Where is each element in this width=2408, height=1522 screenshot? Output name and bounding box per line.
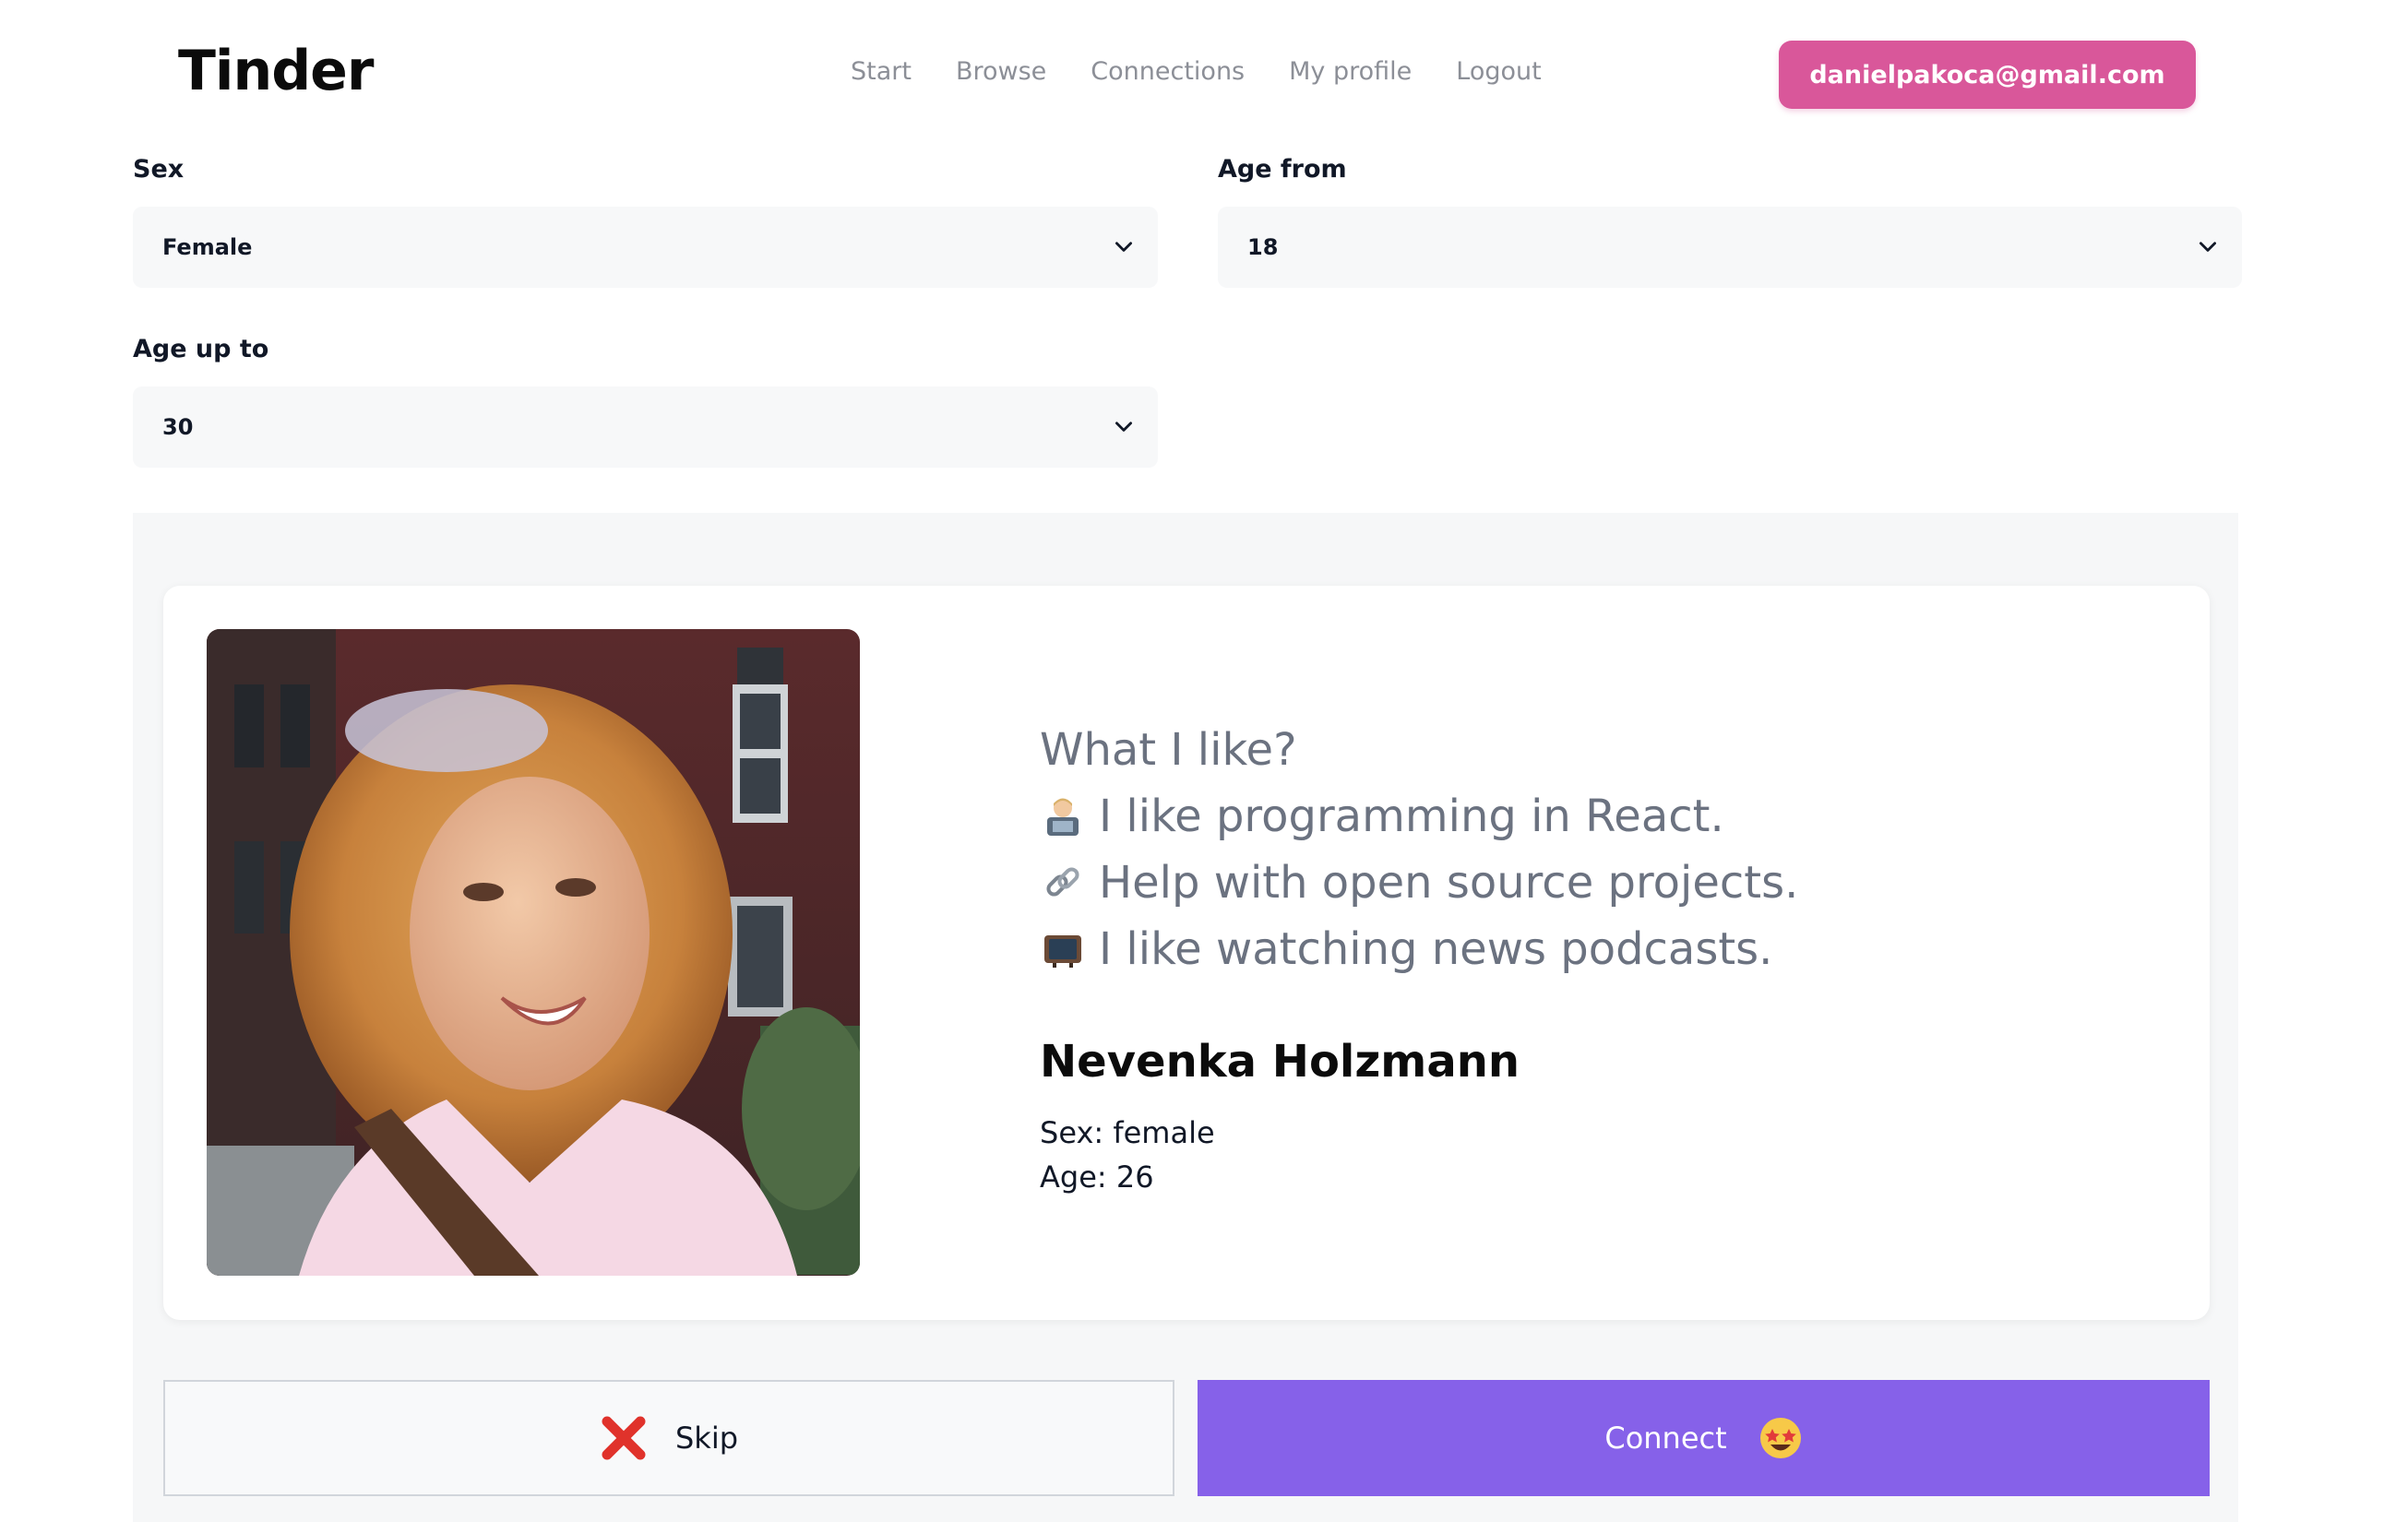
age-from-label: Age from: [1218, 155, 1347, 184]
link-icon: [1040, 860, 1086, 906]
sex-filter-label: Sex: [133, 155, 185, 184]
main-nav: Start Browse Connections My profile Logo…: [851, 57, 1542, 86]
profile-sex: Sex: female: [1040, 1115, 1215, 1150]
like-text: I like programming in React.: [1099, 791, 1724, 842]
television-icon: [1040, 926, 1086, 972]
nav-my-profile[interactable]: My profile: [1289, 57, 1412, 86]
like-text: I like watching news podcasts.: [1099, 923, 1773, 975]
likes-title: What I like?: [1040, 724, 1297, 776]
nav-logout[interactable]: Logout: [1456, 57, 1541, 86]
star-struck-icon: [1759, 1418, 1801, 1458]
chevron-down-icon: [1115, 242, 1132, 252]
skip-button[interactable]: Skip: [163, 1380, 1174, 1496]
nav-browse[interactable]: Browse: [956, 57, 1046, 86]
sex-select-value: Female: [162, 234, 253, 260]
age-up-to-label: Age up to: [133, 335, 269, 363]
likes-section: What I like? I like programming in React…: [1040, 717, 1798, 982]
nav-start[interactable]: Start: [851, 57, 912, 86]
like-text: Help with open source projects.: [1099, 857, 1799, 909]
chevron-down-icon: [1115, 422, 1132, 432]
nav-connections[interactable]: Connections: [1091, 57, 1245, 86]
like-item: I like watching news podcasts.: [1040, 916, 1798, 982]
profile-name: Nevenka Holzmann: [1040, 1036, 1520, 1088]
profile-card: What I like? I like programming in React…: [163, 586, 2210, 1320]
like-item: I like programming in React.: [1040, 783, 1798, 850]
age-up-to-select[interactable]: 30: [133, 386, 1158, 468]
like-item: Help with open source projects.: [1040, 850, 1798, 916]
skip-label: Skip: [674, 1421, 739, 1456]
app-logo[interactable]: Tinder: [178, 39, 374, 103]
profile-photo: [207, 629, 860, 1276]
age-from-select[interactable]: 18: [1218, 207, 2242, 288]
account-button[interactable]: danielpakoca@gmail.com: [1779, 41, 2196, 109]
age-up-to-select-value: 30: [162, 414, 194, 440]
cross-mark-icon: [602, 1416, 646, 1460]
top-navbar: Tinder Start Browse Connections My profi…: [0, 0, 2408, 148]
connect-button[interactable]: Connect: [1198, 1380, 2210, 1496]
technologist-icon: [1040, 793, 1086, 839]
connect-label: Connect: [1604, 1421, 1727, 1456]
age-from-select-value: 18: [1247, 234, 1279, 260]
sex-select[interactable]: Female: [133, 207, 1158, 288]
chevron-down-icon: [2199, 242, 2216, 252]
profile-age: Age: 26: [1040, 1159, 1154, 1195]
